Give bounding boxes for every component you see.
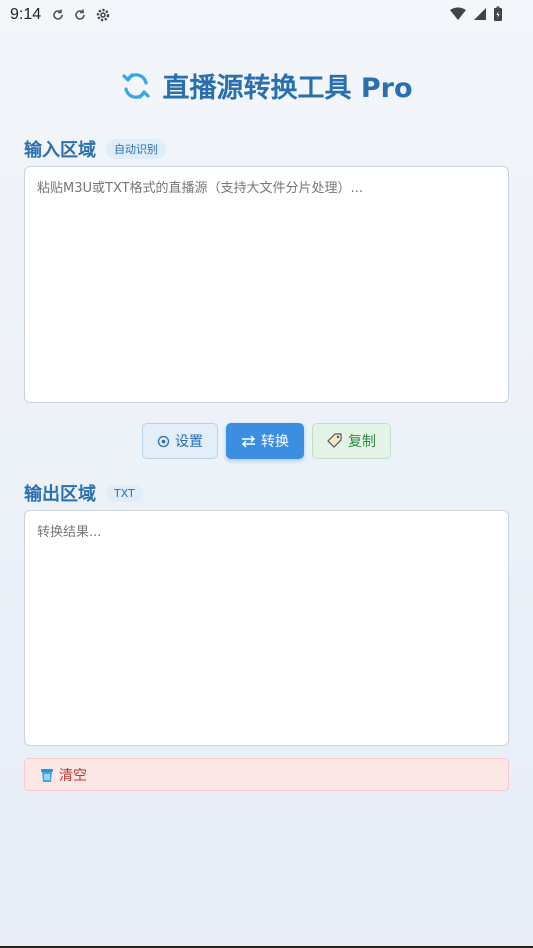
wifi-icon xyxy=(450,7,466,20)
input-textarea[interactable] xyxy=(24,166,509,403)
clear-button[interactable]: 清空 xyxy=(24,758,509,791)
title-row: 直播源转换工具 Pro xyxy=(0,66,533,105)
page-title: 直播源转换工具 Pro xyxy=(162,73,413,104)
tag-icon xyxy=(327,433,342,448)
action-button-row: 设置 转换 复制 xyxy=(0,423,533,459)
convert-button-label: 转换 xyxy=(261,434,289,450)
output-section-title: 输出区域 xyxy=(24,484,96,505)
gear-icon xyxy=(96,8,110,22)
status-bar: 9:14 xyxy=(0,0,533,30)
swap-icon xyxy=(241,434,256,448)
copy-button-label: 复制 xyxy=(348,434,376,450)
signal-icon xyxy=(474,8,486,20)
gear-icon xyxy=(157,435,170,447)
sync-icon xyxy=(53,9,63,20)
convert-button[interactable]: 转换 xyxy=(226,423,304,459)
output-section-header: 输出区域 TXT xyxy=(24,480,143,506)
copy-button[interactable]: 复制 xyxy=(312,423,391,459)
settings-button-label: 设置 xyxy=(175,434,203,450)
clear-button-label: 清空 xyxy=(59,767,87,784)
output-format-badge: TXT xyxy=(106,484,143,502)
settings-button[interactable]: 设置 xyxy=(142,423,218,459)
status-time: 9:14 xyxy=(10,6,42,23)
input-section-header: 输入区域 自动识别 xyxy=(24,136,166,162)
refresh-icon xyxy=(122,72,151,99)
output-textarea[interactable] xyxy=(24,510,509,746)
battery-icon xyxy=(494,6,502,21)
sync-icon xyxy=(75,9,85,20)
input-format-badge: 自动识别 xyxy=(106,139,166,159)
trash-icon xyxy=(41,768,53,782)
input-section-title: 输入区域 xyxy=(24,140,96,161)
